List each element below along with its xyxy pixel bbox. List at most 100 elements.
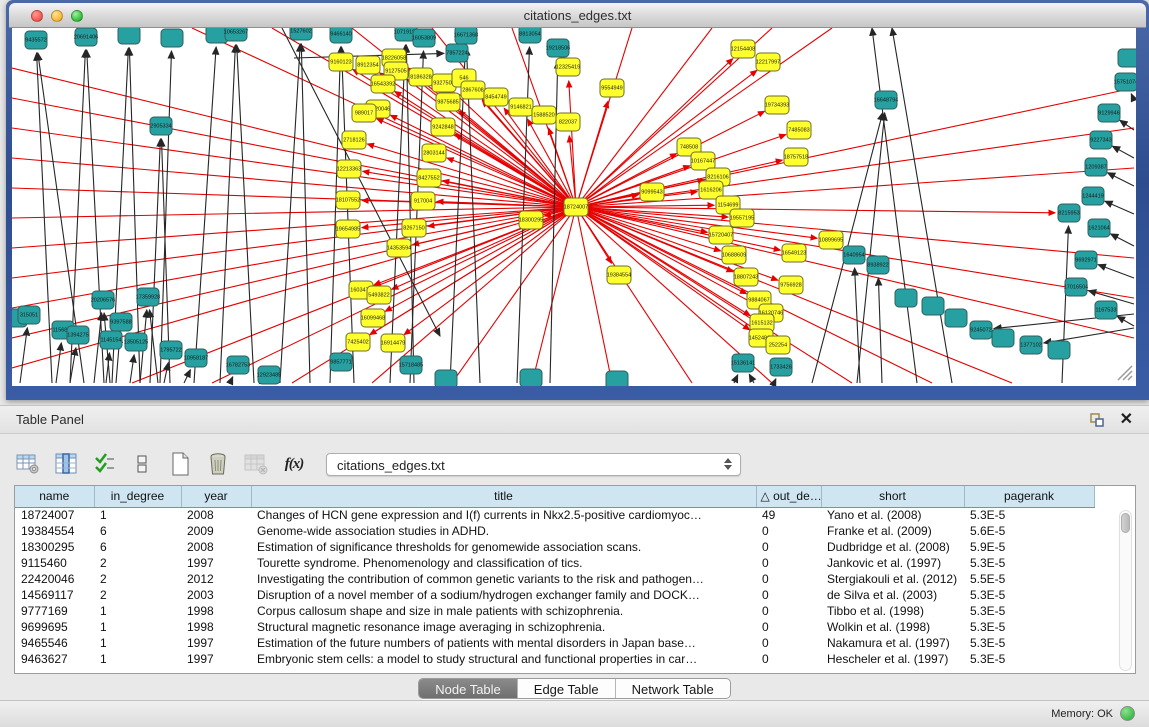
graph-node[interactable]: 9397588	[110, 313, 132, 331]
table-select-dropdown[interactable]: citations_edges.txt	[326, 453, 741, 476]
table-cell[interactable]: 2	[94, 587, 181, 603]
graph-node[interactable]: 9227343	[1090, 131, 1112, 149]
graph-node[interactable]: 1733426	[770, 358, 792, 376]
graph-node[interactable]: 19734393	[765, 96, 789, 114]
graph-node[interactable]: 7485083	[787, 121, 811, 139]
table-cell[interactable]: 2008	[181, 539, 251, 555]
graph-node[interactable]: 8938922	[867, 256, 889, 274]
table-cell[interactable]: 1997	[181, 555, 251, 571]
graph-node[interactable]: 18107552	[336, 191, 360, 209]
graph-node[interactable]: 1209387	[1085, 158, 1107, 176]
graph-node[interactable]: 2867608	[461, 81, 485, 99]
graph-node[interactable]: 12325419	[556, 58, 580, 76]
table-cell[interactable]: 5.3E-5	[964, 603, 1094, 619]
graph-node[interactable]: 10688609	[722, 246, 746, 264]
column-header[interactable]: pagerank	[964, 486, 1094, 507]
graph-node[interactable]: 16648794	[874, 91, 898, 109]
create-table-icon[interactable]	[166, 450, 194, 478]
table-cell[interactable]: 2008	[181, 507, 251, 523]
table-cell[interactable]: 9465546	[15, 635, 94, 651]
table-cell[interactable]: 5.3E-5	[964, 587, 1094, 603]
function-builder-icon[interactable]: f(x)	[280, 450, 308, 478]
table-cell[interactable]: Disruption of a novel member of a sodium…	[251, 587, 756, 603]
graph-node[interactable]: 18757518	[784, 148, 808, 166]
table-cell[interactable]: 5.3E-5	[964, 619, 1094, 635]
table-cell[interactable]: Corpus callosum shape and size in male p…	[251, 603, 756, 619]
graph-node[interactable]	[606, 371, 628, 386]
graph-node[interactable]: 8267150	[402, 219, 426, 237]
table-cell[interactable]: 5.6E-5	[964, 523, 1094, 539]
graph-node[interactable]: 2803144	[422, 144, 446, 162]
graph-node[interactable]: 9245072	[970, 321, 992, 339]
graph-node[interactable]	[895, 289, 917, 307]
table-cell[interactable]: 14569117	[15, 587, 94, 603]
graph-node[interactable]: 9756928	[779, 276, 803, 294]
graph-node[interactable]: 16543392	[371, 75, 395, 93]
graph-node[interactable]: 19557195	[730, 209, 754, 227]
graph-node[interactable]	[992, 329, 1014, 347]
table-cell[interactable]: 18300295	[15, 539, 94, 555]
graph-node[interactable]: 10167447	[691, 152, 715, 170]
graph-node[interactable]: 1621064	[1088, 219, 1110, 237]
graph-node[interactable]: 10899695	[819, 231, 843, 249]
show-columns-icon[interactable]	[52, 450, 80, 478]
table-cell[interactable]: 5.3E-5	[964, 555, 1094, 571]
graph-node[interactable]: 7425402	[346, 333, 370, 351]
table-cell[interactable]: 1	[94, 651, 181, 667]
graph-node[interactable]: 19384554	[607, 266, 631, 284]
row-height-icon[interactable]	[128, 450, 156, 478]
graph-node[interactable]: 9857771	[330, 353, 352, 371]
graph-node[interactable]: 9435572	[25, 31, 47, 49]
scrollbar-thumb[interactable]	[1121, 513, 1130, 533]
table-cell[interactable]: 5.3E-5	[964, 635, 1094, 651]
table-cell[interactable]: 1998	[181, 619, 251, 635]
graph-node[interactable]: 12217997	[756, 53, 780, 71]
graph-node[interactable]: 18807243	[734, 268, 758, 286]
table-cell[interactable]: 0	[756, 571, 821, 587]
table-cell[interactable]: Stergiakouli et al. (2012)	[821, 571, 964, 587]
network-canvas[interactable]: 1872400791601238912354182260589127505165…	[12, 28, 1136, 386]
graph-node[interactable]: 19654985	[336, 220, 360, 238]
graph-node[interactable]: 9554949	[600, 79, 624, 97]
table-row[interactable]: 946362711997Embryonic stem cells: a mode…	[15, 651, 1094, 667]
table-row[interactable]: 1456911722003Disruption of a novel membe…	[15, 587, 1094, 603]
table-cell[interactable]: 9115460	[15, 555, 94, 571]
table-cell[interactable]: Franke et al. (2009)	[821, 523, 964, 539]
graph-node[interactable]: 10958187	[184, 349, 208, 367]
graph-node[interactable]: 8813054	[519, 28, 541, 43]
graph-node[interactable]: 16914479	[381, 334, 405, 352]
graph-node[interactable]	[1048, 341, 1070, 359]
graph-node[interactable]: 1145154	[100, 331, 122, 349]
graph-node[interactable]: 20206576	[91, 291, 115, 309]
table-cell[interactable]: 0	[756, 523, 821, 539]
column-header[interactable]: in_degree	[94, 486, 181, 507]
column-header[interactable]: name	[15, 486, 94, 507]
graph-node[interactable]: 20691406	[74, 28, 98, 46]
graph-node[interactable]: 1394275	[67, 326, 89, 344]
table-cell[interactable]: 2003	[181, 587, 251, 603]
column-header[interactable]: year	[181, 486, 251, 507]
table-cell[interactable]: 9777169	[15, 603, 94, 619]
column-header[interactable]: title	[251, 486, 756, 507]
graph-node[interactable]: 989017	[352, 104, 376, 122]
table-cell[interactable]: 5.9E-5	[964, 539, 1094, 555]
table-cell[interactable]: 0	[756, 651, 821, 667]
table-header-row[interactable]: namein_degreeyeartitle△ out_de…shortpage…	[15, 486, 1094, 507]
graph-node[interactable]: 7857224	[446, 44, 468, 62]
graph-node[interactable]	[161, 29, 183, 47]
table-cell[interactable]: Nakamura et al. (1997)	[821, 635, 964, 651]
graph-node[interactable]: 252254	[766, 336, 790, 354]
graph-node[interactable]: 9146821	[509, 98, 533, 116]
graph-node[interactable]	[118, 28, 140, 44]
resize-grip-icon[interactable]	[1118, 366, 1132, 380]
table-cell[interactable]: Changes of HCN gene expression and I(f) …	[251, 507, 756, 523]
table-cell[interactable]: 0	[756, 635, 821, 651]
column-header[interactable]: short	[821, 486, 964, 507]
graph-node[interactable]: 12923485	[257, 366, 281, 384]
graph-node[interactable]: 8215953	[1058, 204, 1080, 222]
table-cell[interactable]: 1	[94, 619, 181, 635]
graph-node[interactable]: 1377102	[1020, 336, 1042, 354]
graph-node[interactable]: 8186328	[409, 68, 433, 86]
table-cell[interactable]: Wolkin et al. (1998)	[821, 619, 964, 635]
table-cell[interactable]: Investigating the contribution of common…	[251, 571, 756, 587]
